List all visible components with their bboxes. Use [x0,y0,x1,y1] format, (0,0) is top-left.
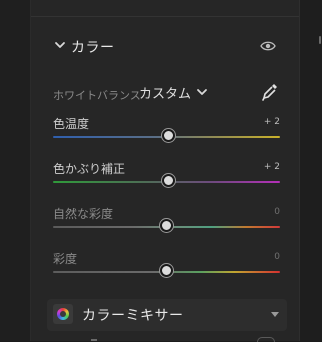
slider-label: 彩度 [53,252,78,266]
saturation-thumb[interactable] [160,264,173,277]
slider-value[interactable]: 0 [274,252,280,262]
section-title: カラー [71,40,115,56]
color-mixer-header[interactable]: カラーミキサー [47,299,287,331]
next-section-peek [31,334,299,342]
white-balance-select[interactable]: カスタム [139,83,191,102]
tint-slider-row: 色かぶり補正 + 2 [31,160,299,200]
caret-down-icon[interactable] [271,312,279,317]
color-wheel-icon [53,304,73,324]
slider-label: 色かぶり補正 [53,162,126,176]
color-section-header[interactable]: カラー [31,30,299,64]
right-scrollbar[interactable] [299,0,322,341]
tint-thumb[interactable] [162,174,176,187]
mixer-title: カラーミキサー [82,308,184,324]
divider [31,16,299,17]
scroll-indicator [319,36,321,44]
edit-panel: カラー ホワイトバランス カスタム 色温度 + 2 色かぶり補正 + 2 自然な… [31,0,299,342]
vibrance-slider-row: 自然な彩度 0 [31,205,299,245]
slider-label: 自然な彩度 [53,207,114,221]
white-balance-label: ホワイトバランス [53,89,141,102]
saturation-slider-row: 彩度 0 [31,250,299,290]
slider-label: 色温度 [53,117,90,131]
slider-value[interactable]: 0 [274,207,280,217]
eyedropper-icon[interactable] [261,82,279,102]
vibrance-thumb[interactable] [160,219,173,232]
white-balance-row: ホワイトバランス カスタム [31,80,299,106]
temperature-thumb[interactable] [162,129,176,142]
left-filmstrip-edge [0,0,31,341]
chevron-down-icon[interactable] [196,87,208,97]
chevron-down-icon[interactable] [53,38,67,52]
slider-value[interactable]: + 2 [264,117,280,127]
eye-icon[interactable] [260,40,276,52]
temperature-slider-row: 色温度 + 2 [31,115,299,155]
slider-value[interactable]: + 2 [264,162,280,172]
